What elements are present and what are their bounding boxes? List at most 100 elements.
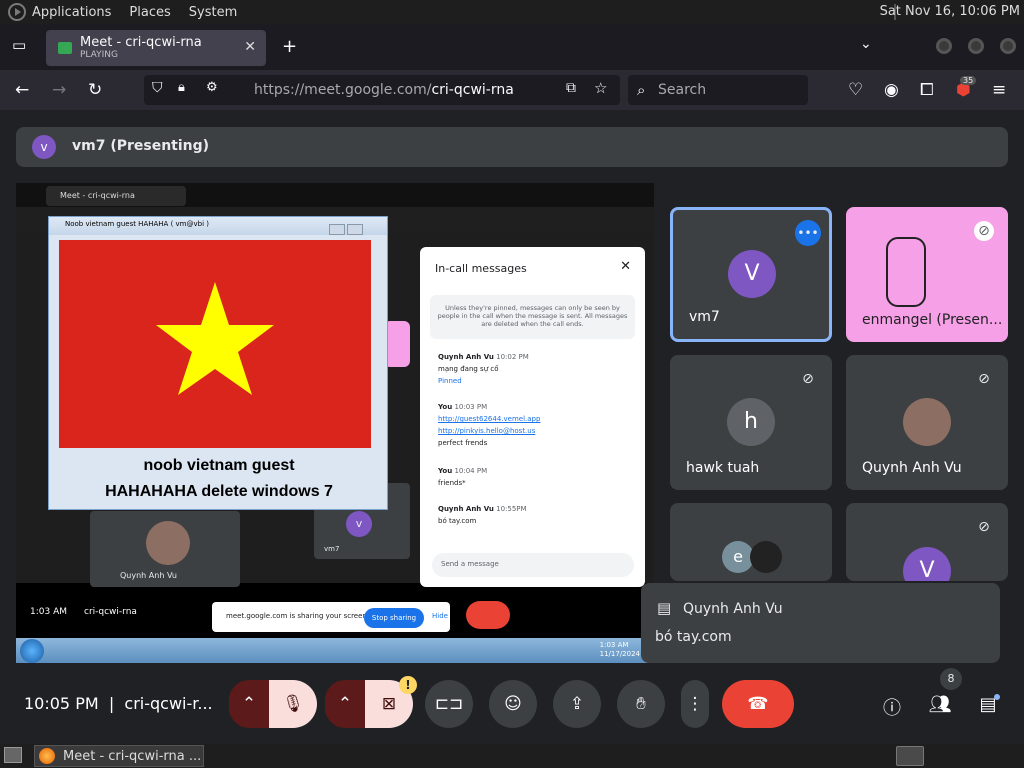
minimize-icon[interactable] xyxy=(936,38,952,54)
vietnam-flag-window[interactable]: Noob vietnam guest HAHAHA ( vm@vbi ) noo… xyxy=(48,216,388,510)
tab-title: Meet - cri-qcwi-rna xyxy=(80,34,202,50)
message-1: Quynh Anh Vu 10:02 PM mạng đang sự cố Pi… xyxy=(438,353,529,385)
emoji-button[interactable]: ☺ xyxy=(489,680,537,728)
people-count-badge: 8 xyxy=(940,668,962,690)
show-desktop-icon[interactable] xyxy=(4,747,22,763)
shared-screen[interactable]: Meet - cri-qcwi-rna v vm7 Quynh Anh Vu N… xyxy=(16,183,654,663)
avatar: h xyxy=(727,398,775,446)
windows-taskbar: 1:03 AM 11/17/2024 xyxy=(16,638,654,663)
message-4: Quynh Anh Vu 10:55PM bó tay.com xyxy=(438,505,527,525)
cartoon-figure-icon xyxy=(886,237,926,307)
screen-share-indicator-icon[interactable]: ⧉ xyxy=(566,80,576,96)
inner-tab: Meet - cri-qcwi-rna xyxy=(46,186,186,206)
url-bar[interactable]: ⛉ 🔒︎ ⚙ https://meet.google.com/cri-qcwi-… xyxy=(144,75,620,105)
app-menu-icon[interactable]: ≡ xyxy=(992,80,1006,100)
tile-vm7[interactable]: V ••• vm7 xyxy=(670,207,832,342)
tab-meet[interactable]: Meet - cri-qcwi-rna PLAYING ✕ xyxy=(46,30,266,66)
tile-hawk-tuah[interactable]: ⊘ h hawk tuah xyxy=(670,355,832,490)
pinned-label: Pinned xyxy=(438,377,462,385)
permissions-icon[interactable]: ⚙ xyxy=(206,80,218,95)
gnome-logo-icon[interactable] xyxy=(8,3,26,21)
tab-list-chevron-icon[interactable]: ⌄ xyxy=(860,36,872,52)
account-icon[interactable]: ◉ xyxy=(884,80,899,100)
inner-code: cri-qcwi-rna xyxy=(84,607,137,617)
video-options-button[interactable]: ⌃ xyxy=(325,680,365,728)
mic-off-icon: ⊘ xyxy=(978,519,990,535)
shield-icon[interactable]: ⛉ xyxy=(152,80,163,96)
menu-applications[interactable]: Applications xyxy=(32,5,111,20)
leave-call-button[interactable]: ☎︎ xyxy=(722,680,794,728)
close-window-icon[interactable] xyxy=(1000,38,1016,54)
taskbar-window-meet[interactable]: Meet - cri-qcwi-rna ... xyxy=(34,745,204,767)
presenting-label: vm7 (Presenting) xyxy=(72,138,210,154)
browser-tab-bar: ▭ Meet - cri-qcwi-rna PLAYING ✕ + ⌄ xyxy=(0,24,1024,70)
people-icon[interactable]: 👥︎ xyxy=(928,694,952,718)
message-link-1[interactable]: http://guest62644.vemel.app xyxy=(438,413,540,425)
meeting-info-icon[interactable]: ⓘ xyxy=(880,694,904,719)
tab-overview-icon[interactable]: ▭ xyxy=(12,36,26,54)
hide-button[interactable]: Hide xyxy=(432,612,448,620)
audio-options-button[interactable]: ⌃ xyxy=(229,680,269,728)
participant-name: vm7 xyxy=(689,309,720,325)
xp-maximize-icon[interactable] xyxy=(347,224,363,235)
message-3: You 10:04 PM friends* xyxy=(438,467,488,487)
meeting-time: 10:05 PM | cri-qcwi-r... xyxy=(24,694,213,713)
inner-tile-name2: vm7 xyxy=(324,545,340,553)
forward-icon[interactable]: → xyxy=(52,80,66,100)
vietnam-flag-image xyxy=(59,240,371,448)
system-bottom-panel: Meet - cri-qcwi-rna ... xyxy=(0,744,1024,768)
star-icon xyxy=(156,282,274,395)
participant-name: Quynh Anh Vu xyxy=(862,460,962,476)
reload-icon[interactable]: ↻ xyxy=(88,80,102,100)
mic-off-icon: ⊘ xyxy=(974,221,994,241)
maximize-icon[interactable] xyxy=(968,38,984,54)
tab-close-icon[interactable]: ✕ xyxy=(244,39,256,55)
warning-icon: ! xyxy=(399,676,417,694)
chat-notification[interactable]: ▤ Quynh Anh Vu bó tay.com xyxy=(641,583,1000,663)
firefox-icon xyxy=(39,748,55,764)
tile-v[interactable]: ⊘ V xyxy=(846,503,1008,581)
meet-control-bar: 10:05 PM | cri-qcwi-r... ⌃ 🎙︎ ⌃ ⊠ ! ⊏⊐ ☺… xyxy=(0,664,1024,744)
menu-places[interactable]: Places xyxy=(129,5,170,20)
more-options-icon[interactable]: ••• xyxy=(795,220,821,246)
tab-status: PLAYING xyxy=(80,49,118,60)
inner-time: 1:03 AM xyxy=(30,607,67,617)
mic-off-icon: ⊘ xyxy=(802,371,814,387)
participant-name: enmangel (Presen... xyxy=(862,312,1003,328)
url-text[interactable]: https://meet.google.com/cri-qcwi-rna xyxy=(254,82,514,98)
message-2: You 10:03 PM http://guest62644.vemel.app… xyxy=(438,403,541,447)
send-message-input[interactable]: Send a message xyxy=(432,553,634,577)
stop-sharing-button[interactable]: Stop sharing xyxy=(364,608,424,628)
search-input[interactable]: ⌕ Search xyxy=(628,75,808,105)
menu-system[interactable]: System xyxy=(189,5,237,20)
presenter-avatar: v xyxy=(32,135,56,159)
raise-hand-button[interactable]: ✋︎ xyxy=(617,680,665,728)
extensions-icon[interactable]: ⧠ xyxy=(920,80,934,100)
xp-minimize-icon[interactable] xyxy=(329,224,345,235)
participant-name: hawk tuah xyxy=(686,460,760,476)
message-link-2[interactable]: http://pinkyis.hello@host.us xyxy=(438,425,540,437)
tile-e[interactable]: e xyxy=(670,503,832,581)
avatar-dark xyxy=(750,541,782,573)
lock-icon[interactable]: 🔒︎ xyxy=(178,80,185,95)
new-tab-button[interactable]: + xyxy=(282,36,297,57)
presenting-banner: v vm7 (Presenting) xyxy=(16,127,1008,167)
panel-close-icon[interactable]: ✕ xyxy=(620,259,631,274)
pocket-icon[interactable]: ♡ xyxy=(848,80,863,100)
system-clock[interactable]: Sat Nov 16, 10:06 PM xyxy=(880,4,1020,19)
back-icon[interactable]: ← xyxy=(15,80,29,100)
avatar-image xyxy=(903,398,951,446)
present-screen-button[interactable]: ⇪ xyxy=(553,680,601,728)
xp-window-buttons[interactable] xyxy=(327,220,383,254)
notification-sender: Quynh Anh Vu xyxy=(683,601,783,617)
search-icon: ⌕ xyxy=(637,81,646,99)
tile-quynh-anh-vu[interactable]: ⊘ Quynh Anh Vu xyxy=(846,355,1008,490)
sharing-notice: meet.google.com is sharing your screen. … xyxy=(212,602,450,632)
mic-toggle-button[interactable]: 🎙︎ xyxy=(269,680,317,728)
inner-tile-quynh: Quynh Anh Vu xyxy=(90,511,240,587)
tile-presenter-enmangel[interactable]: ⊘ enmangel (Presen... xyxy=(846,207,1008,342)
bookmark-star-icon[interactable]: ☆ xyxy=(594,79,607,97)
workspace-switcher-icon[interactable] xyxy=(896,746,924,766)
captions-button[interactable]: ⊏⊐ xyxy=(425,680,473,728)
more-options-button[interactable]: ⋮ xyxy=(681,680,709,728)
